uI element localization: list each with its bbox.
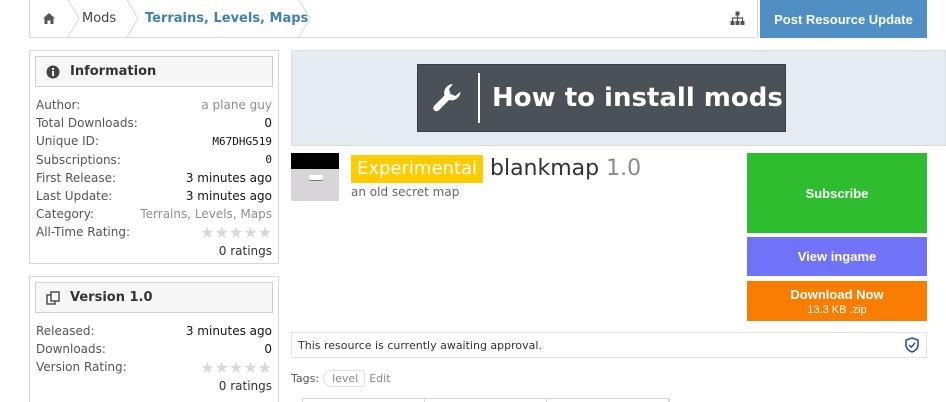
info-value: 0	[264, 116, 272, 131]
shield-check-icon	[905, 337, 919, 353]
breadcrumb: Mods Terrains, Levels, Maps	[29, 0, 758, 38]
breadcrumb-home[interactable]	[30, 0, 68, 37]
ratings-count: 0 ratings	[218, 243, 272, 258]
info-label: Unique ID:	[36, 134, 99, 149]
sitemap-icon[interactable]	[730, 11, 745, 26]
version-label: Downloads:	[36, 342, 106, 357]
version-header: Version 1.0	[35, 282, 273, 313]
download-now-button[interactable]: Download Now 13.3 KB .zip	[747, 281, 927, 321]
breadcrumb-mods-label[interactable]: Mods	[82, 11, 116, 26]
banner-divider	[478, 73, 480, 123]
resource-tagline: an old secret map	[351, 185, 460, 199]
version-row-downloads: Downloads: 0	[36, 340, 272, 358]
information-rows: Author: a plane guy Total Downloads: 0 U…	[30, 92, 278, 260]
info-icon	[46, 65, 60, 78]
info-row-total-downloads: Total Downloads: 0	[36, 114, 272, 132]
tag-level[interactable]: level	[323, 370, 366, 387]
version-value: 0	[264, 342, 272, 357]
info-row-last-update: Last Update: 3 minutes ago	[36, 187, 272, 205]
subscribe-label: Subscribe	[805, 185, 869, 201]
information-header: Information	[35, 56, 273, 87]
version-ratings-count: 0 ratings	[218, 378, 272, 393]
breadcrumb-separator	[126, 0, 139, 37]
thumbnail-sky	[291, 153, 339, 169]
author-link[interactable]: a plane guy	[201, 98, 272, 112]
info-label: Author:	[36, 98, 81, 113]
info-row-unique-id: Unique ID: M67DHG519	[36, 132, 272, 150]
subscribe-button[interactable]: Subscribe	[747, 153, 927, 233]
version-rating-stars: ★★★★★	[200, 357, 272, 377]
breadcrumb-category[interactable]: Terrains, Levels, Maps	[145, 0, 308, 37]
info-label: First Release:	[36, 170, 116, 185]
tags-row: Tags: level Edit	[291, 370, 391, 387]
info-label: Last Update:	[36, 189, 113, 204]
version-label: Released:	[36, 324, 95, 339]
home-icon	[43, 13, 55, 24]
info-row-category: Category: Terrains, Levels, Maps	[36, 205, 272, 223]
info-value: 3 minutes ago	[185, 189, 272, 204]
wrench-icon	[418, 64, 478, 132]
breadcrumb-mods[interactable]: Mods	[82, 0, 116, 37]
version-value: 3 minutes ago	[185, 324, 272, 339]
information-title: Information	[70, 64, 157, 79]
information-block: Information Author: a plane guy Total Do…	[29, 50, 279, 264]
version-title: Version 1.0	[70, 290, 153, 305]
info-row-all-time-rating: All-Time Rating: ★★★★★	[36, 222, 272, 242]
info-row-first-release: First Release: 3 minutes ago	[36, 169, 272, 187]
info-value: 0	[265, 153, 272, 167]
version-row-released: Released: 3 minutes ago	[36, 322, 272, 340]
resource-tabs	[302, 398, 670, 402]
view-ingame-button[interactable]: View ingame	[747, 237, 927, 276]
download-label: Download Now	[790, 286, 884, 302]
version-rows: Released: 3 minutes ago Downloads: 0 Ver…	[30, 318, 278, 395]
info-value: 3 minutes ago	[185, 170, 272, 185]
info-label: Total Downloads:	[36, 116, 138, 131]
view-ingame-label: View ingame	[797, 249, 877, 264]
how-to-install-banner[interactable]: How to install mods	[417, 64, 786, 132]
tags-label: Tags:	[291, 372, 320, 385]
resource-version: 1.0	[606, 156, 642, 181]
version-label: Version Rating:	[36, 360, 127, 375]
thumbnail-vehicle	[309, 175, 323, 180]
version-block: Version 1.0 Released: 3 minutes ago Down…	[29, 276, 279, 402]
download-size: 13.3 KB .zip	[807, 303, 867, 316]
rating-stars: ★★★★★	[200, 222, 272, 242]
resource-name: blankmap	[490, 156, 600, 181]
breadcrumb-category-label[interactable]: Terrains, Levels, Maps	[145, 11, 308, 26]
resource-title: blankmap 1.0	[490, 154, 641, 184]
tags-edit-link[interactable]: Edit	[369, 372, 390, 385]
approval-notice: This resource is currently awaiting appr…	[291, 332, 927, 358]
breadcrumb-separator	[67, 0, 80, 37]
info-label: Category:	[36, 207, 94, 222]
category-link[interactable]: Terrains, Levels, Maps	[140, 207, 272, 221]
info-label: Subscriptions:	[36, 152, 121, 167]
resource-thumbnail	[291, 153, 339, 201]
experimental-badge: Experimental	[351, 155, 484, 183]
approval-text: This resource is currently awaiting appr…	[298, 338, 542, 352]
info-row-author: Author: a plane guy	[36, 96, 272, 114]
unique-id-value: M67DHG519	[212, 134, 272, 148]
breadcrumb-separator	[298, 0, 311, 37]
info-row-subscriptions: Subscriptions: 0	[36, 151, 272, 169]
info-label: All-Time Rating:	[36, 225, 131, 240]
copy-icon	[46, 290, 60, 305]
post-resource-update-button[interactable]: Post Resource Update	[760, 0, 927, 38]
banner-text: How to install mods	[492, 83, 783, 113]
version-row-rating: Version Rating: ★★★★★	[36, 357, 272, 377]
